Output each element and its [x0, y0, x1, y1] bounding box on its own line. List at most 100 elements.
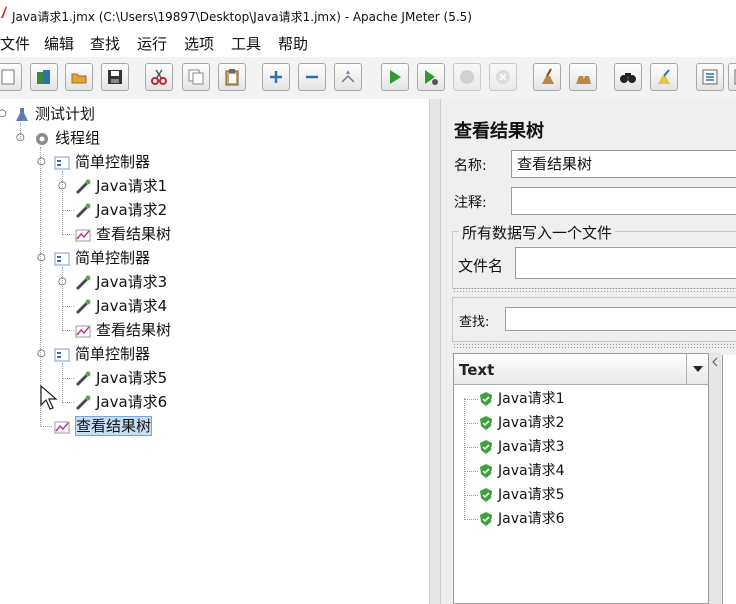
paste-icon: [225, 69, 239, 86]
paste-button[interactable]: [218, 63, 246, 91]
search-label: 查找:: [459, 315, 490, 330]
thread-group-expand-toggle[interactable]: ○: [16, 133, 25, 143]
more-toolbar-button[interactable]: [728, 63, 736, 91]
filename-label: 文件名: [458, 257, 504, 275]
result-item[interactable]: Java请求5: [478, 484, 564, 506]
stop-button[interactable]: [453, 63, 481, 91]
panel-heading: 查看结果树: [454, 121, 544, 142]
pipette-icon: [75, 395, 91, 410]
mouse-cursor-icon: [40, 385, 58, 410]
reset-search-button[interactable]: [650, 63, 678, 91]
controller-expand-toggle[interactable]: ○: [37, 253, 46, 263]
result-item[interactable]: Java请求1: [478, 388, 564, 410]
tree-node-simple-controller[interactable]: 简单控制器: [53, 247, 150, 269]
start-button[interactable]: [381, 63, 409, 91]
tree-node-label: 简单控制器: [75, 249, 151, 267]
collapse-left-icon[interactable]: [712, 357, 718, 367]
clear-all-icon: [576, 76, 591, 84]
result-label: Java请求5: [498, 487, 565, 503]
copy-icon: [188, 69, 204, 85]
file-group-title: 所有数据写入一个文件: [459, 222, 616, 243]
tree-node-view-results-tree[interactable]: 查看结果树: [74, 223, 171, 245]
function-helper-button[interactable]: [696, 63, 724, 91]
tree-node-java-request[interactable]: Java请求4: [74, 295, 167, 317]
tree-node-java-request[interactable]: Java请求1: [74, 175, 167, 197]
search-field[interactable]: [505, 307, 736, 331]
chevron-down-icon: [693, 366, 703, 372]
clear-all-button[interactable]: [569, 63, 597, 91]
test-plan-icon: [16, 107, 28, 121]
result-item[interactable]: Java请求4: [478, 460, 564, 482]
sampler-expand-toggle[interactable]: ○: [58, 277, 67, 287]
results-list[interactable]: Text Java请求1 Java请求2 Java请求3 Java请求4 Jav…: [453, 353, 709, 604]
clear-button[interactable]: [533, 63, 561, 91]
tree-node-java-request[interactable]: Java请求3: [74, 271, 167, 293]
menu-tools[interactable]: 工具: [231, 33, 261, 54]
cut-button[interactable]: [145, 63, 173, 91]
tree-node-label: Java请求2: [96, 201, 168, 219]
controller-expand-toggle[interactable]: ○: [37, 349, 46, 359]
result-item[interactable]: Java请求6: [478, 508, 564, 530]
menu-options[interactable]: 选项: [184, 33, 214, 54]
expand-all-button[interactable]: [262, 63, 290, 91]
collapse-icon: [306, 75, 318, 79]
tree-node-simple-controller[interactable]: 简单控制器: [53, 151, 150, 173]
result-item[interactable]: Java请求2: [478, 412, 564, 434]
results-splitter[interactable]: [709, 353, 721, 604]
sampler-expand-toggle[interactable]: ○: [58, 181, 67, 191]
save-button[interactable]: [101, 63, 129, 91]
shutdown-icon: [496, 70, 510, 84]
results-type-dropdown[interactable]: Text: [454, 354, 708, 385]
copy-button[interactable]: [182, 63, 210, 91]
chart-icon: [75, 325, 91, 337]
open-button[interactable]: [65, 63, 93, 91]
root-expand-toggle[interactable]: ○: [0, 109, 7, 119]
jmeter-logo-icon: [1, 6, 7, 18]
pipette-icon: [75, 179, 91, 194]
toolbar: [0, 57, 736, 100]
dropdown-arrow-button[interactable]: [686, 354, 709, 384]
menu-bar: 文件 编辑 查找 运行 选项 工具 帮助: [0, 30, 736, 57]
controller-icon: [54, 156, 70, 169]
toggle-icon: [341, 70, 355, 83]
tree-node-label: 查看结果树: [96, 321, 172, 339]
tree-node-view-results-tree[interactable]: 查看结果树: [74, 319, 171, 341]
menu-search[interactable]: 查找: [90, 33, 120, 54]
filename-field[interactable]: [515, 247, 736, 279]
new-button[interactable]: [0, 63, 22, 91]
tree-node-simple-controller[interactable]: 简单控制器: [53, 343, 150, 365]
splitter-dots[interactable]: [453, 287, 736, 293]
title-bar: Java请求1.jmx (C:\Users\19897\Desktop\Java…: [0, 0, 736, 30]
result-item[interactable]: Java请求3: [478, 436, 564, 458]
function-helper-icon: [702, 69, 718, 85]
success-shield-icon: [480, 488, 492, 502]
menu-help[interactable]: 帮助: [278, 33, 308, 54]
search-button[interactable]: [614, 63, 642, 91]
tree-node-thread-group[interactable]: 线程组: [33, 127, 100, 149]
menu-run[interactable]: 运行: [137, 33, 167, 54]
shutdown-button[interactable]: [489, 63, 517, 91]
tree-node-java-request[interactable]: Java请求2: [74, 199, 167, 221]
toggle-button[interactable]: [334, 63, 362, 91]
comment-label: 注释:: [454, 195, 487, 211]
pipette-icon: [75, 299, 91, 314]
comment-field[interactable]: [511, 187, 736, 215]
splitter-dots[interactable]: [453, 343, 736, 349]
name-field[interactable]: 查看结果树: [511, 150, 736, 178]
reset-search-icon: [658, 69, 670, 84]
tree-node-java-request[interactable]: Java请求5: [74, 367, 167, 389]
tree-node-label: 线程组: [55, 129, 101, 147]
tree-node-test-plan[interactable]: 测试计划: [13, 103, 95, 125]
start-no-pause-button[interactable]: [417, 63, 445, 91]
templates-icon: [37, 70, 50, 84]
tree-node-label: 简单控制器: [75, 345, 151, 363]
tree-node-view-results-tree-selected[interactable]: 查看结果树: [53, 415, 153, 437]
collapse-all-button[interactable]: [298, 63, 326, 91]
templates-button[interactable]: [30, 63, 58, 91]
tree-node-java-request[interactable]: Java请求6: [74, 391, 167, 413]
controller-expand-toggle[interactable]: ○: [37, 157, 46, 167]
pane-splitter[interactable]: [429, 99, 441, 604]
result-details-pane[interactable]: [722, 355, 736, 604]
menu-file[interactable]: 文件: [0, 33, 30, 54]
menu-edit[interactable]: 编辑: [44, 33, 74, 54]
